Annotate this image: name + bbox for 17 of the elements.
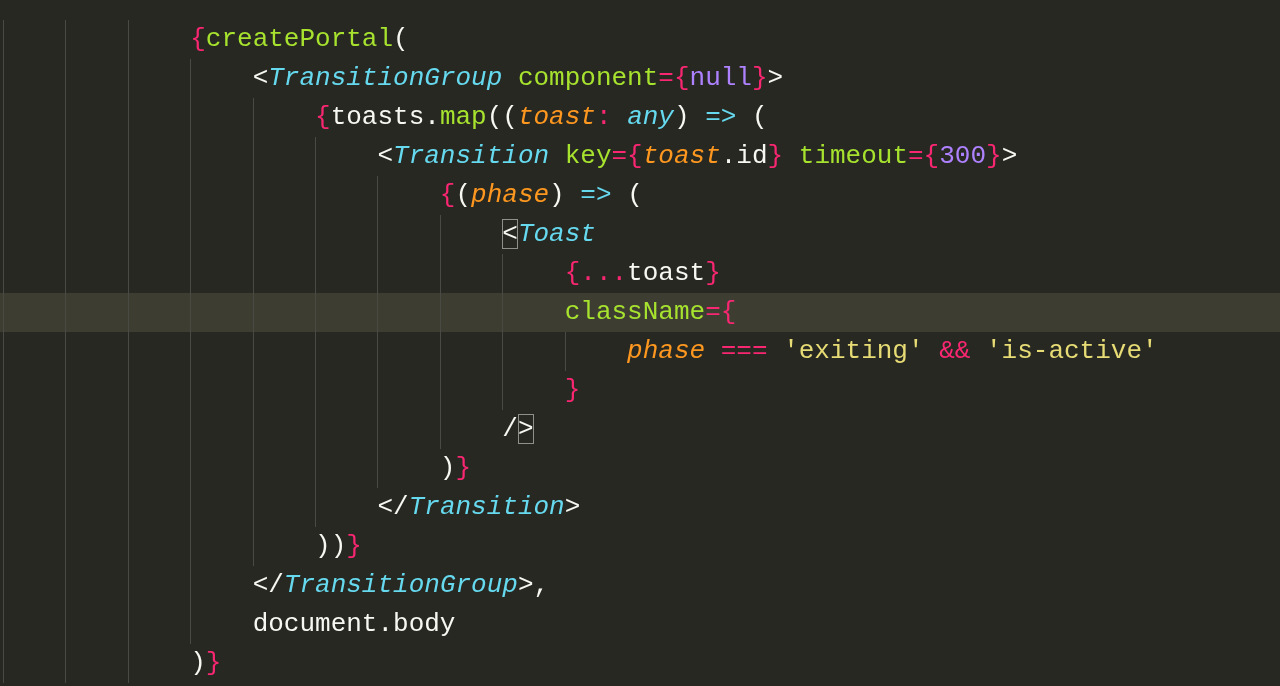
code-line: <Transition key={toast.id} timeout={300}>	[377, 140, 1018, 173]
code-line: }	[564, 374, 581, 407]
code-line: </TransitionGroup>,	[252, 569, 550, 602]
code-line: {...toast}	[564, 257, 721, 290]
code-line: phase === 'exiting' && 'is-active'	[627, 335, 1158, 368]
code-line: {toasts.map((toast: any) => (	[315, 101, 768, 134]
code-line: <TransitionGroup component={null}>	[252, 62, 784, 95]
code-line: {(phase) => (	[439, 179, 643, 212]
code-line: document.body	[252, 608, 456, 641]
code-line: />	[502, 413, 534, 446]
code-line: {createPortal(	[190, 23, 409, 56]
code-line: </Transition>	[377, 491, 581, 524]
code-line: <Toast	[502, 218, 596, 251]
code-line: ))}	[315, 530, 362, 563]
code-line: className={	[564, 296, 737, 329]
code-line: )}	[190, 647, 222, 680]
code-line: )}	[439, 452, 472, 485]
